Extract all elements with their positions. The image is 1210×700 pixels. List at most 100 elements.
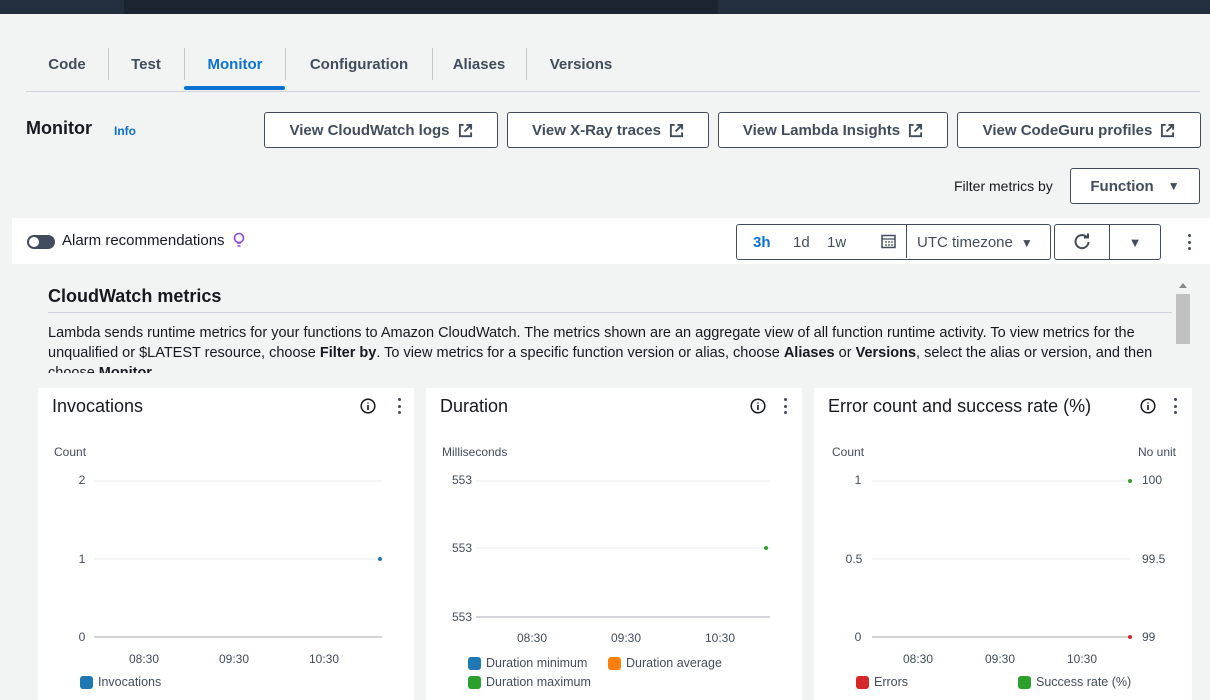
- legend-swatch: [468, 656, 481, 670]
- description-text: . To view metrics for a specific functio…: [376, 345, 784, 361]
- view-cloudwatch-logs-button[interactable]: View CloudWatch logs: [264, 112, 498, 148]
- y-tick-label: 2: [79, 473, 86, 487]
- tab-separator: [432, 48, 433, 80]
- y2-tick-label: 99.5: [1142, 552, 1166, 566]
- tab-test[interactable]: Test: [116, 48, 176, 80]
- legend-swatch: [856, 675, 869, 689]
- range-option-1d[interactable]: 1d: [793, 234, 810, 251]
- x-tick-label: 09:30: [219, 652, 249, 666]
- range-divider: [906, 225, 907, 258]
- legend-label: Invocations: [98, 675, 162, 689]
- y-tick-label: 1: [855, 473, 862, 487]
- calendar-icon[interactable]: [881, 234, 896, 249]
- duration-maximum-point[interactable]: [764, 546, 768, 550]
- success-rate-point[interactable]: [1128, 479, 1132, 483]
- timezone-select[interactable]: UTC timezone ▼: [917, 234, 1033, 251]
- view-lambda-insights-button[interactable]: View Lambda Insights: [718, 112, 948, 148]
- error-success-card: Error count and success rate (%) Count N…: [814, 388, 1192, 700]
- top-nav-bar: [0, 0, 1210, 14]
- view-xray-traces-button[interactable]: View X-Ray traces: [507, 112, 709, 148]
- caret-down-icon: ▼: [1128, 234, 1142, 250]
- invocations-chart: 2 1 0 08:30 09:30 10:30: [79, 473, 382, 666]
- tab-code[interactable]: Code: [38, 48, 96, 80]
- x-tick-label: 10:30: [309, 652, 339, 666]
- button-label: View CloudWatch logs: [289, 121, 450, 139]
- cloudwatch-metrics-heading: CloudWatch metrics: [48, 286, 222, 306]
- legend-swatch: [1018, 675, 1031, 689]
- external-link-icon: [909, 123, 923, 137]
- tab-configuration[interactable]: Configuration: [294, 48, 424, 80]
- legend-swatch: [80, 675, 93, 689]
- legend-swatch: [608, 656, 621, 670]
- toggle-knob: [29, 237, 39, 247]
- tab-versions[interactable]: Versions: [534, 48, 628, 80]
- button-label: View Lambda Insights: [742, 121, 901, 139]
- external-link-icon: [669, 123, 684, 137]
- description-emphasis: Aliases: [783, 345, 835, 361]
- view-codeguru-profiles-button[interactable]: View CodeGuru profiles: [957, 112, 1201, 148]
- y-tick-label: 553: [452, 610, 472, 624]
- y2-tick-label: 99: [1142, 630, 1156, 644]
- description-emphasis: Monitor: [98, 365, 152, 373]
- external-link-icon: [1161, 123, 1175, 137]
- top-nav-segment: [124, 0, 718, 14]
- tab-aliases[interactable]: Aliases: [440, 48, 518, 80]
- description-emphasis: Versions: [855, 345, 917, 361]
- errors-point[interactable]: [1128, 635, 1132, 639]
- duration-card: Duration Milliseconds 553 553 553 08:30 …: [426, 388, 802, 700]
- x-tick-label: 08:30: [903, 652, 933, 666]
- y2-tick-label: 100: [1142, 473, 1162, 487]
- page-title: Monitor: [26, 118, 92, 138]
- cloudwatch-description: Lambda sends runtime metrics for your fu…: [48, 323, 1172, 373]
- legend-label: Errors: [874, 675, 909, 689]
- range-option-3h[interactable]: 3h: [753, 234, 771, 251]
- tabs-divider: [26, 91, 1200, 92]
- legend-label: Success rate (%): [1036, 675, 1132, 689]
- duration-chart: 553 553 553 08:30 09:30 10:30: [452, 473, 770, 645]
- button-label: View CodeGuru profiles: [982, 121, 1153, 139]
- x-tick-label: 08:30: [517, 631, 547, 645]
- y-tick-label: 1: [79, 552, 86, 566]
- legend-item[interactable]: Invocations: [80, 675, 161, 689]
- external-link-icon: [458, 123, 472, 137]
- filter-metrics-select[interactable]: Function ▼: [1070, 168, 1200, 204]
- legend-item[interactable]: Errors: [856, 675, 908, 689]
- more-options-icon[interactable]: [1184, 232, 1194, 252]
- description-text: or: [834, 345, 856, 361]
- refresh-options-dropdown[interactable]: ▼: [1109, 224, 1161, 260]
- legend-item[interactable]: Success rate (%): [1018, 675, 1131, 689]
- x-tick-label: 10:30: [705, 631, 735, 645]
- legend-item[interactable]: Duration minimum: [468, 656, 587, 670]
- invocations-card: Invocations Count 2 1 0 08:30 09:30 10:3…: [38, 388, 414, 700]
- y-tick-label: 0: [79, 630, 86, 644]
- section-divider: [48, 312, 1172, 313]
- y-tick-label: 0.5: [846, 552, 863, 566]
- legend-item[interactable]: Duration average: [608, 656, 722, 670]
- tab-separator: [108, 48, 109, 80]
- filter-metrics-label: Filter metrics by: [954, 178, 1053, 194]
- legend-label: Duration average: [626, 656, 722, 670]
- x-tick-label: 08:30: [129, 652, 159, 666]
- range-option-1w[interactable]: 1w: [827, 234, 846, 251]
- scrollbar-thumb[interactable]: [1176, 294, 1190, 344]
- scroll-up-icon[interactable]: [1179, 283, 1187, 288]
- y-tick-label: 553: [452, 473, 472, 487]
- time-range-selector: 3h 1d 1w UTC timezone ▼: [736, 224, 1051, 260]
- tab-separator: [184, 48, 185, 80]
- tab-separator: [285, 48, 286, 80]
- legend-item[interactable]: Duration maximum: [468, 675, 591, 689]
- tab-monitor[interactable]: Monitor: [190, 48, 280, 80]
- timezone-label: UTC timezone: [917, 234, 1013, 251]
- refresh-button[interactable]: [1054, 224, 1110, 260]
- refresh-icon: [1074, 233, 1090, 250]
- error-success-chart: 1 0.5 0 100 99.5 99 08:30 09:30 10:30: [846, 473, 1166, 666]
- alarm-recommendations-toggle[interactable]: [27, 235, 55, 249]
- y-tick-label: 553: [452, 541, 472, 555]
- lightbulb-icon: [233, 232, 245, 247]
- legend-label: Duration maximum: [486, 675, 591, 689]
- button-label: View X-Ray traces: [532, 121, 661, 139]
- x-tick-label: 09:30: [985, 652, 1015, 666]
- invocations-point[interactable]: [378, 557, 382, 561]
- info-link[interactable]: Info: [114, 124, 136, 138]
- x-tick-label: 09:30: [611, 631, 641, 645]
